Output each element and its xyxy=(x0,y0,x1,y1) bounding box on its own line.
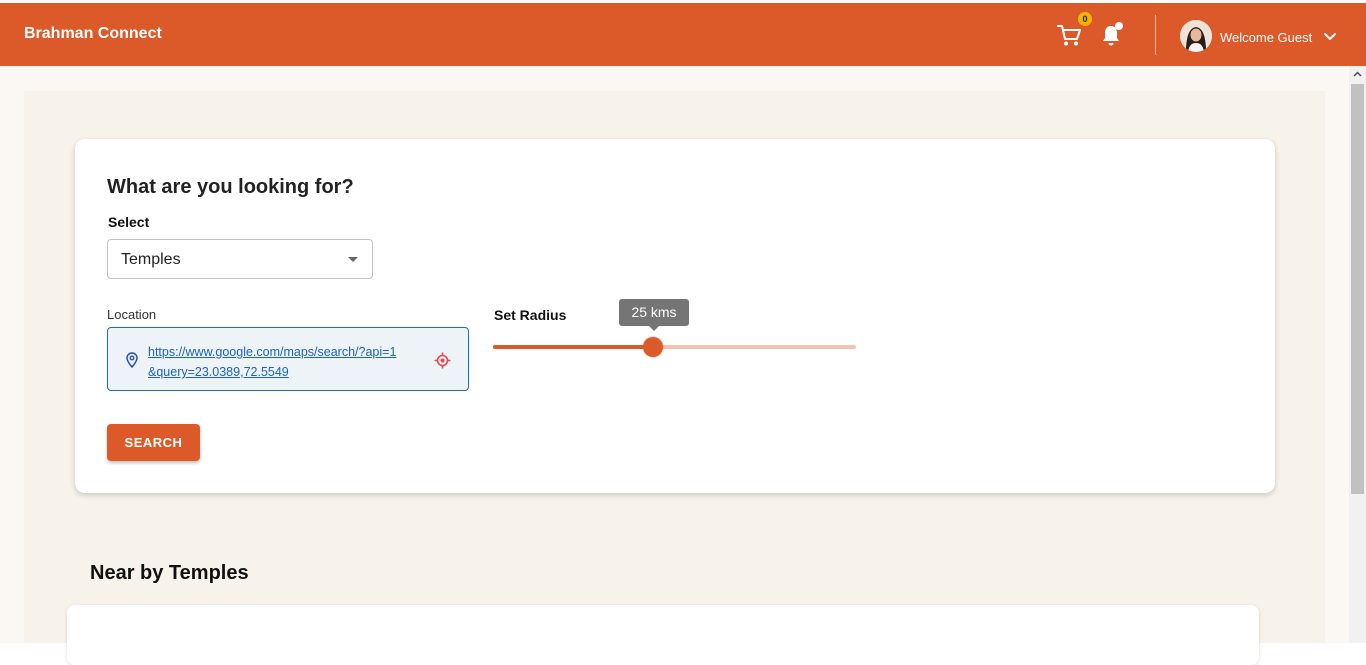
my-location-icon[interactable] xyxy=(434,352,451,369)
dropdown-arrow-icon xyxy=(348,257,358,262)
scrollbar-thumb[interactable] xyxy=(1351,84,1364,494)
radius-slider-fill xyxy=(493,345,653,349)
welcome-text[interactable]: Welcome Guest xyxy=(1220,30,1312,45)
select-label: Select xyxy=(108,214,150,230)
radius-tooltip: 25 kms xyxy=(619,299,689,326)
radius-slider[interactable] xyxy=(493,337,856,357)
category-select[interactable]: Temples xyxy=(107,239,373,279)
notification-dot xyxy=(1115,22,1123,30)
chevron-down-icon[interactable] xyxy=(1322,29,1338,45)
search-button[interactable]: SEARCH xyxy=(107,424,200,461)
nav-divider xyxy=(1155,15,1156,55)
location-link[interactable]: https://www.google.com/maps/search/?api=… xyxy=(148,342,403,382)
results-title: Near by Temples xyxy=(90,562,249,584)
search-card: What are you looking for? Select Temples… xyxy=(75,139,1275,493)
cart-count-badge: 0 xyxy=(1078,12,1092,26)
results-card xyxy=(67,605,1259,665)
cart-icon[interactable] xyxy=(1056,22,1082,48)
brand-title[interactable]: Brahman Connect xyxy=(24,25,162,43)
location-field[interactable]: https://www.google.com/maps/search/?api=… xyxy=(107,327,469,391)
avatar[interactable] xyxy=(1180,20,1212,52)
search-card-title: What are you looking for? xyxy=(107,176,354,198)
radius-label: Set Radius xyxy=(494,307,567,323)
category-select-value: Temples xyxy=(121,251,181,268)
scroll-up-icon[interactable] xyxy=(1349,66,1366,83)
navbar: Brahman Connect 0 Welcome Guest xyxy=(0,3,1366,66)
radius-tooltip-arrow xyxy=(649,326,659,331)
radius-slider-thumb[interactable] xyxy=(642,337,663,357)
location-pin-icon xyxy=(125,352,139,369)
location-label: Location xyxy=(107,307,157,322)
